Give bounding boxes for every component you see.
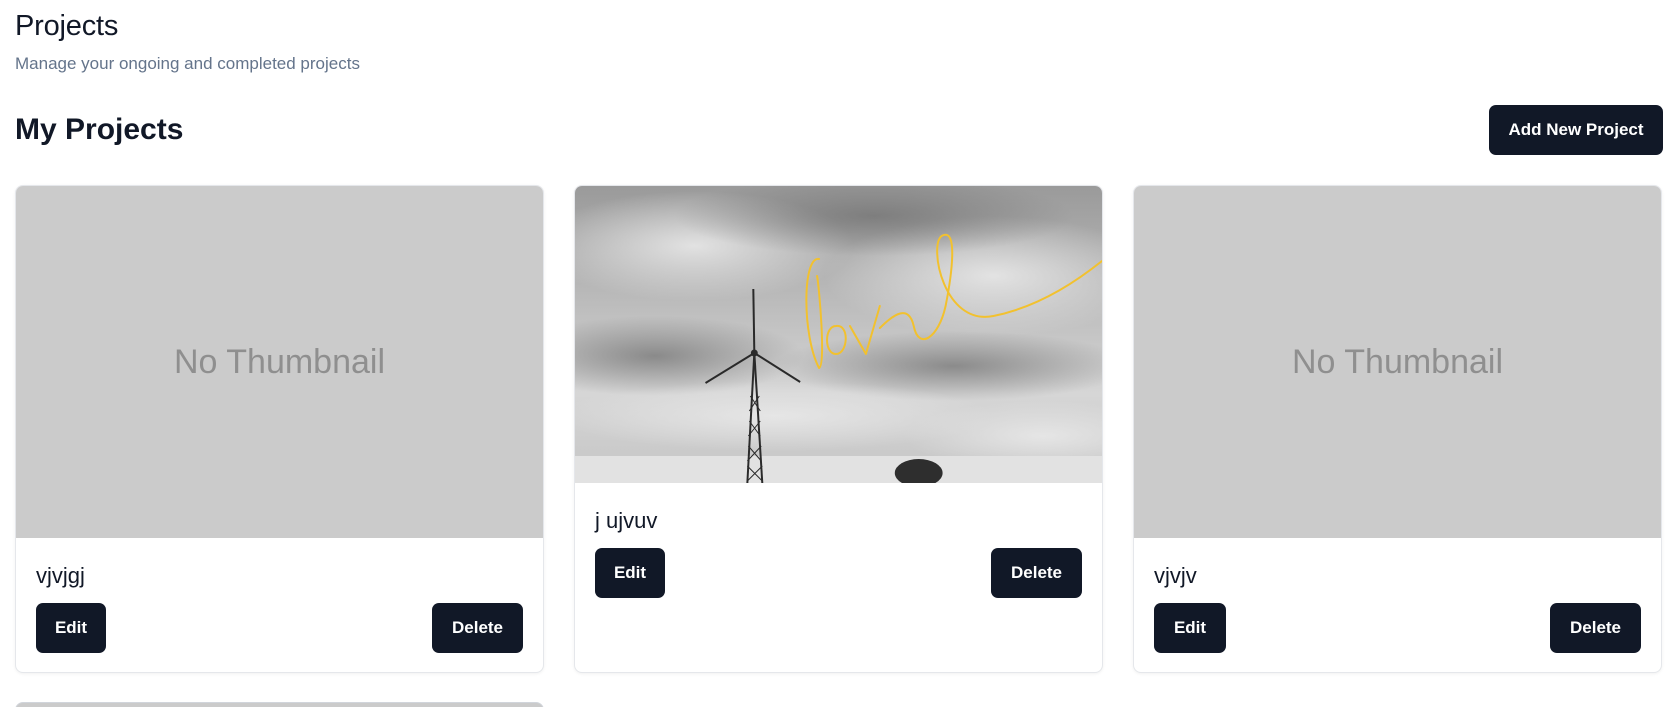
- thumbnail-placeholder-text: No Thumbnail: [173, 342, 386, 381]
- delete-button[interactable]: Delete: [432, 603, 523, 653]
- project-name: vjvjgj: [36, 563, 85, 588]
- page-title: Projects: [15, 10, 119, 42]
- page-subtitle: Manage your ongoing and completed projec…: [15, 54, 360, 73]
- delete-button[interactable]: Delete: [991, 548, 1082, 598]
- project-card: j ujvuv Edit Delete: [574, 185, 1103, 673]
- project-card-partial: [15, 702, 544, 707]
- project-thumbnail-image: [575, 186, 1102, 483]
- project-card: No Thumbnail vjvjgj Edit Delete: [15, 185, 544, 673]
- thumbnail-placeholder: No Thumbnail: [1134, 186, 1661, 538]
- edit-button[interactable]: Edit: [595, 548, 665, 598]
- project-name: vjvjv: [1154, 563, 1197, 588]
- thumbnail-placeholder-text: No Thumbnail: [1291, 342, 1504, 381]
- project-name: j ujvuv: [595, 508, 658, 533]
- project-card: No Thumbnail vjvjv Edit Delete: [1133, 185, 1662, 673]
- projects-page: Projects Manage your ongoing and complet…: [0, 0, 1675, 707]
- thumbnail-placeholder: No Thumbnail: [16, 186, 543, 538]
- edit-button[interactable]: Edit: [1154, 603, 1226, 653]
- add-new-project-button[interactable]: Add New Project: [1489, 105, 1663, 155]
- section-title: My Projects: [15, 113, 184, 146]
- delete-button[interactable]: Delete: [1550, 603, 1641, 653]
- edit-button[interactable]: Edit: [36, 603, 106, 653]
